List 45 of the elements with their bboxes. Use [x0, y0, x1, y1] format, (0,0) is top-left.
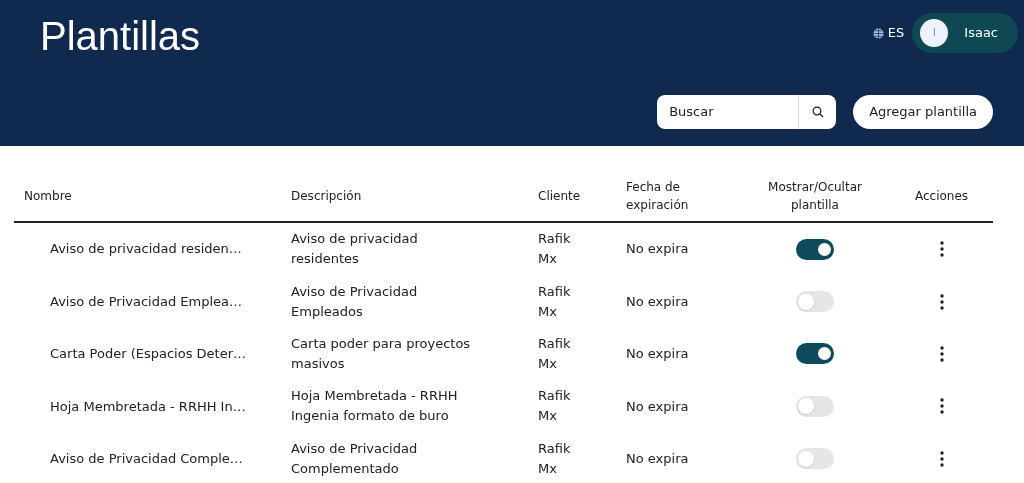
globe-icon: [872, 27, 884, 39]
more-options-icon[interactable]: [939, 345, 944, 362]
expiration-date: No expira: [626, 398, 689, 414]
user-menu[interactable]: I Isaac: [912, 13, 1018, 53]
client-name: Rafik Mx: [538, 282, 572, 321]
template-description: Aviso de Privacidad Complementado: [291, 439, 419, 478]
page-title: Plantillas: [40, 13, 201, 60]
template-name: Aviso de Privacidad Emplea…: [50, 293, 242, 309]
expiration-date: No expira: [626, 241, 689, 257]
client-name: Rafik Mx: [538, 334, 572, 373]
column-header: Cliente: [538, 188, 581, 203]
visibility-toggle[interactable]: [796, 448, 834, 470]
column-header: Nombre: [24, 188, 72, 203]
search-field[interactable]: Buscar: [657, 95, 799, 129]
column-header: Fecha de expiración: [626, 178, 690, 214]
language-label[interactable]: ES: [887, 23, 905, 43]
more-options-icon[interactable]: [939, 293, 944, 310]
more-options-icon[interactable]: [939, 398, 944, 415]
search-icon: [811, 106, 824, 118]
expiration-date: No expira: [626, 293, 689, 309]
template-name: Hoja Membretada - RRHH In…: [50, 398, 246, 414]
add-template-button[interactable]: Agregar plantilla: [853, 95, 993, 129]
template-name: Aviso de privacidad residen…: [50, 241, 242, 257]
user-avatar: I: [920, 19, 949, 47]
template-description: Aviso de Privacidad Empleados: [291, 282, 419, 321]
more-options-icon[interactable]: [939, 450, 944, 467]
more-options-icon[interactable]: [939, 241, 944, 258]
expiration-date: No expira: [626, 346, 689, 362]
template-description: Carta poder para proyectos masivos: [291, 334, 472, 373]
template-description: Aviso de privacidad residentes: [291, 230, 419, 269]
template-description: Hoja Membretada - RRHH Ingenia formato de buro: [291, 387, 459, 426]
visibility-toggle[interactable]: [796, 343, 834, 365]
template-name: Carta Poder (Espacios Deter…: [50, 346, 246, 362]
client-name: Rafik Mx: [538, 387, 572, 426]
column-header: Acciones: [914, 188, 969, 203]
column-header: Mostrar/Ocultar plantilla: [767, 178, 863, 214]
visibility-toggle[interactable]: [796, 238, 834, 260]
visibility-toggle[interactable]: [796, 395, 834, 417]
search-button[interactable]: [798, 95, 837, 129]
column-header: Descripción: [291, 188, 362, 203]
template-name: Aviso de Privacidad Comple…: [50, 451, 243, 466]
visibility-toggle[interactable]: [796, 291, 834, 313]
client-name: Rafik Mx: [538, 439, 572, 478]
expiration-date: No expira: [626, 451, 689, 466]
client-name: Rafik Mx: [538, 230, 572, 269]
